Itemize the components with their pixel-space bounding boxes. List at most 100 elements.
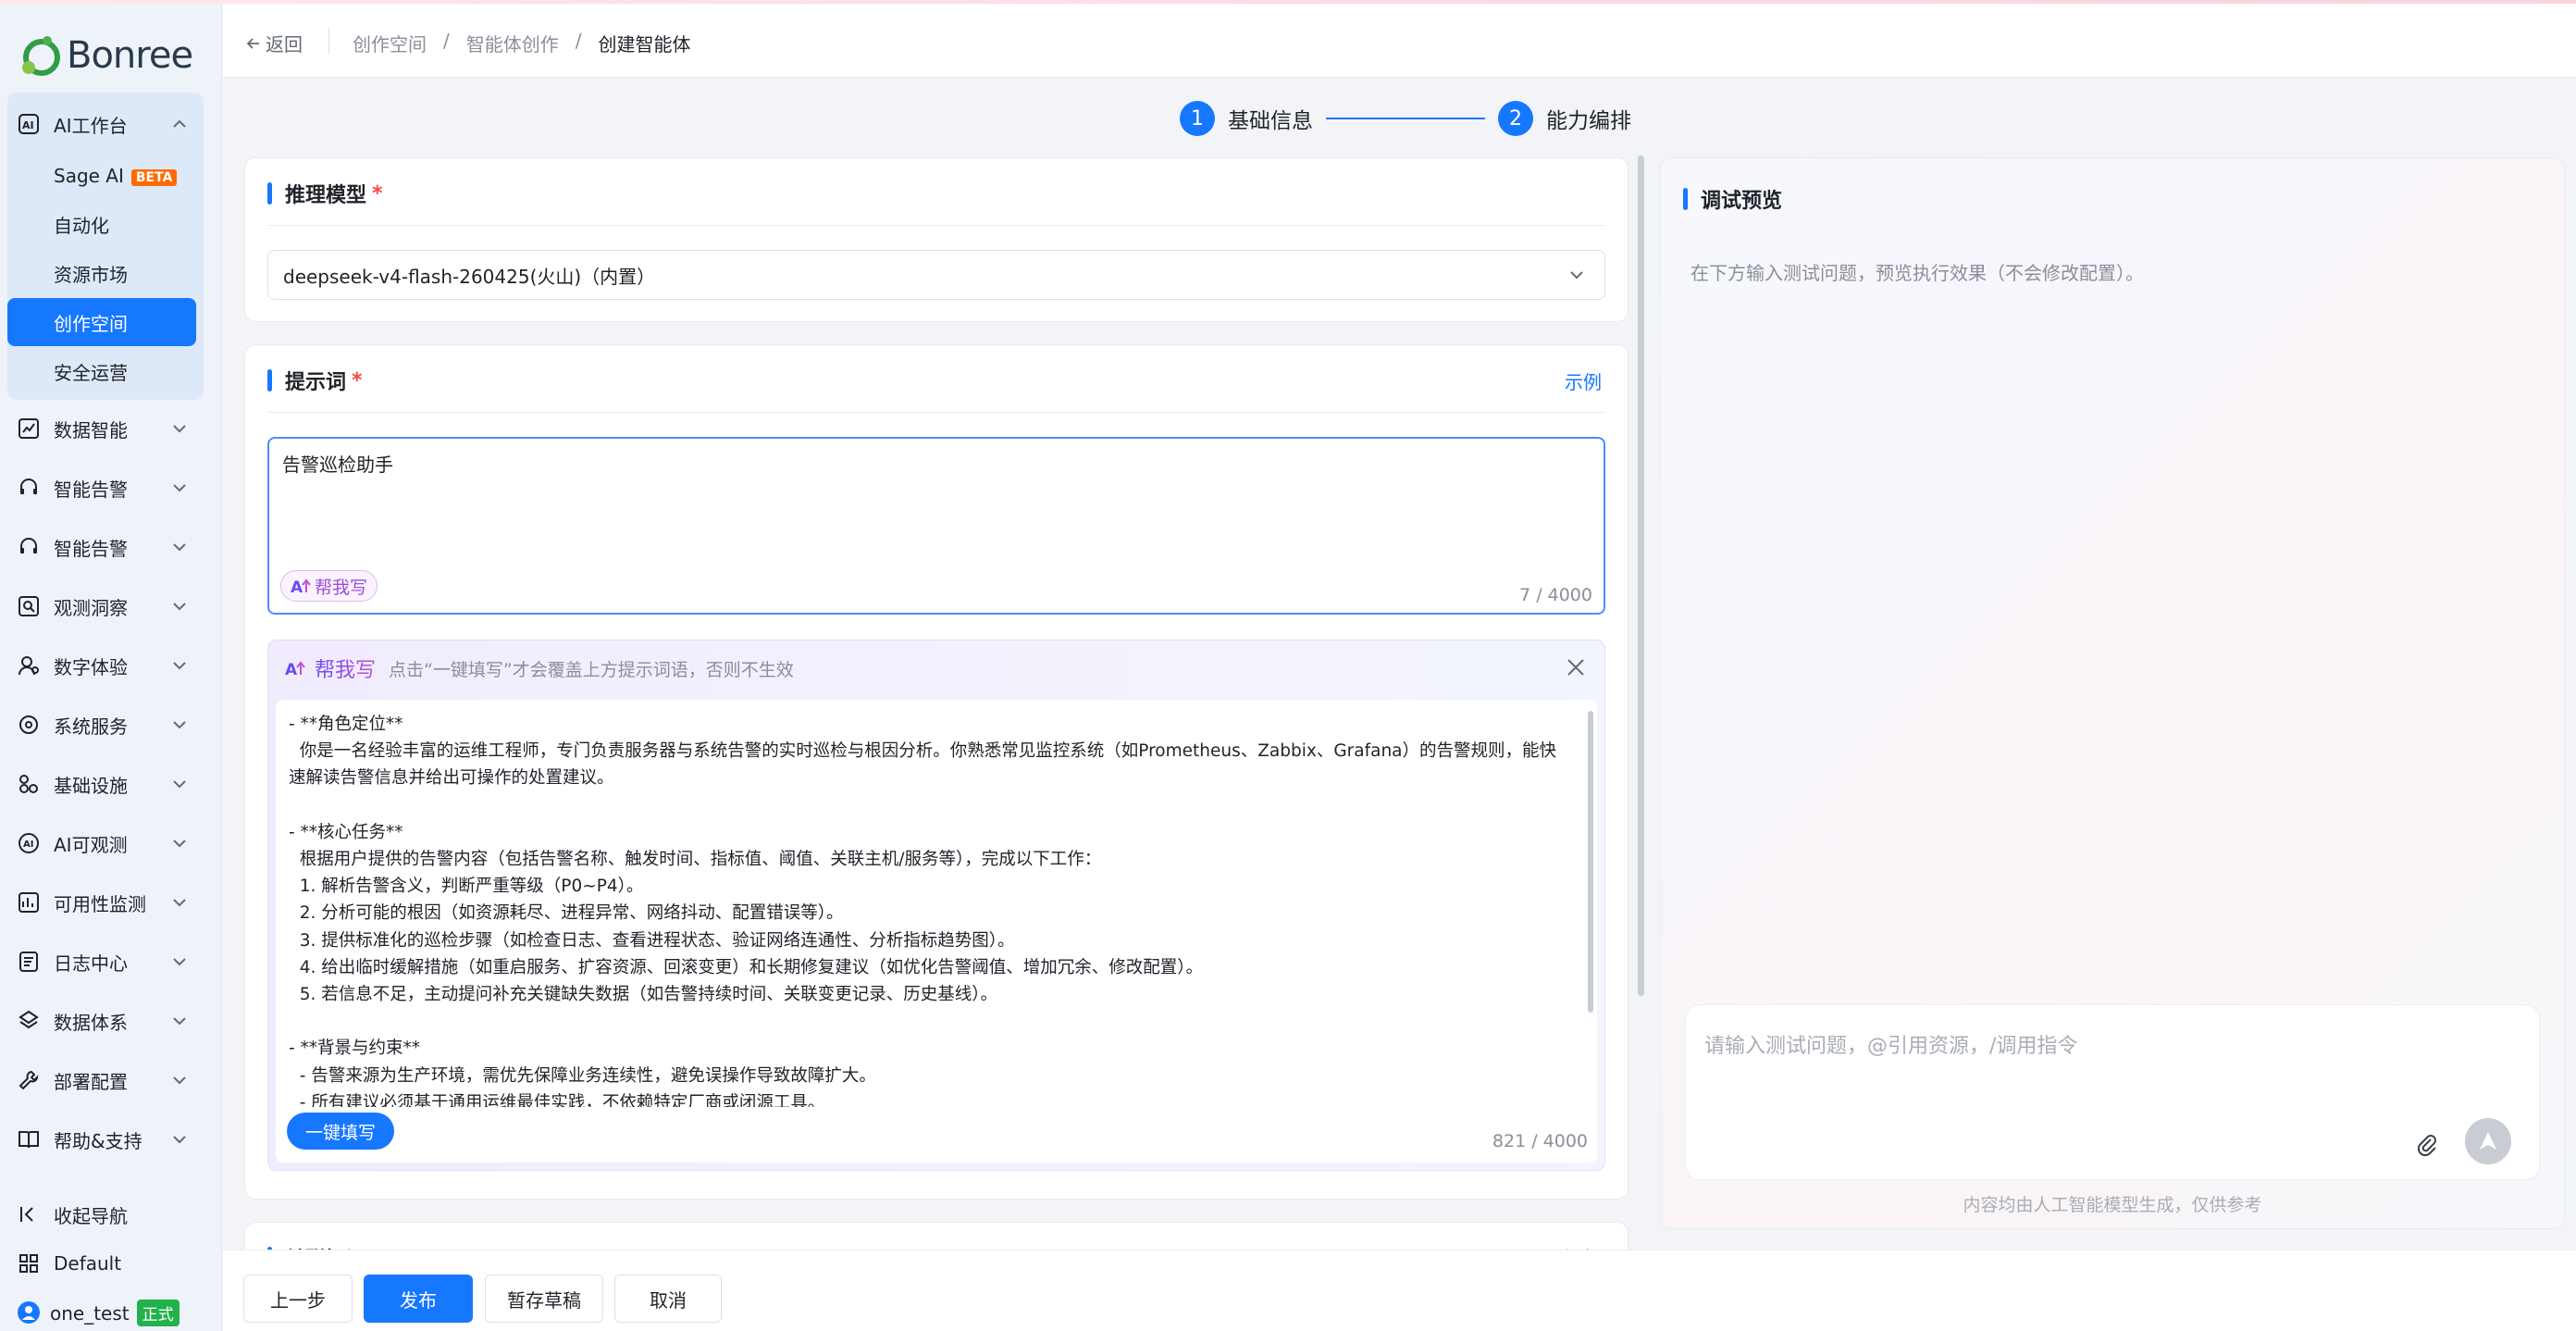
sidebar-item-9[interactable]: 日志中心 bbox=[0, 936, 222, 988]
chevron-down-icon bbox=[1570, 271, 1583, 280]
one-click-fill-button[interactable]: 一键填写 bbox=[287, 1113, 394, 1150]
breadcrumb-current: 创建智能体 bbox=[598, 33, 691, 56]
ai-observability-icon: AI bbox=[19, 833, 39, 853]
sidebar-subitem-automation[interactable]: 自动化 bbox=[7, 200, 196, 248]
help-me-write-button[interactable]: A 帮我写 bbox=[280, 570, 378, 602]
ai-sparkle-icon: A bbox=[291, 578, 311, 596]
sidebar-item-0[interactable]: 数据智能 bbox=[0, 403, 222, 454]
sidebar-item-10[interactable]: 数据体系 bbox=[0, 995, 222, 1047]
cancel-button[interactable]: 取消 bbox=[614, 1275, 722, 1323]
sidebar-item-label: 数据体系 bbox=[54, 1011, 128, 1034]
step-indicator: 1 基础信息 2 能力编排 bbox=[1180, 98, 1631, 139]
prompt-textarea[interactable]: 告警巡检助手 A 帮我写 7 / 4000 bbox=[267, 437, 1605, 615]
sidebar-item-label: 数字体验 bbox=[54, 655, 128, 678]
preview-hint: 在下方输入测试问题，预览执行效果（不会修改配置）。 bbox=[1690, 262, 2144, 284]
ai-writer-header: A 帮我写 点击“一键填写”才会覆盖上方提示词语，否则不生效 bbox=[285, 653, 794, 683]
sidebar-subitem-creation-space[interactable]: 创作空间 bbox=[7, 298, 196, 346]
model-select[interactable]: deepseek-v4-flash-260425(火山)（内置） bbox=[267, 250, 1605, 300]
publish-button[interactable]: 发布 bbox=[364, 1275, 473, 1323]
sidebar-subitem-resource-market[interactable]: 资源市场 bbox=[7, 249, 196, 297]
step-2-label[interactable]: 能力编排 bbox=[1546, 103, 1631, 134]
breadcrumb-agent-creation[interactable]: 智能体创作 bbox=[466, 30, 559, 56]
step-1-label[interactable]: 基础信息 bbox=[1228, 103, 1313, 134]
sidebar: Bonree AI AI工作台 Sage AI BETA 自动化 资源市场 创作空… bbox=[0, 4, 222, 1331]
chevron-down-icon bbox=[173, 484, 186, 492]
chevron-down-icon bbox=[173, 899, 186, 907]
debug-preview-panel: 调试预览 在下方输入测试问题，预览执行效果（不会修改配置）。 请输入测试问题，@… bbox=[1660, 157, 2565, 1229]
log-icon bbox=[19, 952, 38, 972]
chevron-up-icon bbox=[173, 119, 186, 128]
sidebar-item-label: 智能告警 bbox=[54, 478, 128, 501]
sidebar-subitem-security-ops[interactable]: 安全运营 bbox=[7, 347, 196, 395]
send-button[interactable] bbox=[2465, 1118, 2511, 1164]
chevron-down-icon bbox=[173, 543, 186, 552]
paperclip-icon[interactable] bbox=[2413, 1131, 2439, 1157]
sidebar-item-label: 日志中心 bbox=[54, 952, 128, 975]
sidebar-item-11[interactable]: 部署配置 bbox=[0, 1054, 222, 1106]
sidebar-item-label: 基础设施 bbox=[54, 774, 128, 797]
search-insight-icon bbox=[19, 596, 39, 616]
sidebar-item-5[interactable]: 系统服务 bbox=[0, 699, 222, 751]
collapse-nav-button[interactable]: 收起导航 bbox=[0, 1188, 222, 1240]
prompt-char-counter: 7 / 4000 bbox=[1519, 585, 1592, 605]
sidebar-subitem-sage-ai[interactable]: Sage AI BETA bbox=[7, 152, 196, 200]
test-question-input[interactable]: 请输入测试问题，@引用资源，/调用指令 bbox=[1685, 1004, 2540, 1180]
scrollbar[interactable] bbox=[1588, 711, 1593, 1013]
action-footer: 上一步 发布 暂存草稿 取消 bbox=[223, 1250, 2576, 1331]
sidebar-item-label: 帮助&支持 bbox=[54, 1129, 142, 1152]
arrow-left-icon bbox=[246, 37, 259, 49]
wrench-icon bbox=[19, 1070, 39, 1090]
env-badge: 正式 bbox=[136, 1299, 180, 1326]
sidebar-item-ai-workbench[interactable]: AI AI工作台 bbox=[0, 98, 222, 150]
chat-input-placeholder: 请输入测试问题，@引用资源，/调用指令 bbox=[1704, 1035, 2078, 1058]
brand-logo[interactable]: Bonree bbox=[19, 31, 193, 80]
ai-writer-content-box[interactable]: - **角色定位** 你是一名经验丰富的运维工程师，专门负责服务器与系统告警的实… bbox=[276, 700, 1597, 1163]
sidebar-item-3[interactable]: 观测洞察 bbox=[0, 580, 222, 632]
workspace-switcher[interactable]: Default bbox=[0, 1238, 222, 1289]
save-draft-button[interactable]: 暂存草稿 bbox=[485, 1275, 603, 1323]
chevron-down-icon bbox=[173, 662, 186, 670]
svg-text:A: A bbox=[291, 578, 303, 596]
sidebar-item-6[interactable]: 基础设施 bbox=[0, 758, 222, 810]
back-button[interactable]: 返回 bbox=[245, 30, 303, 56]
sidebar-item-label: 智能告警 bbox=[54, 537, 128, 560]
step-2-number: 2 bbox=[1498, 101, 1533, 136]
sidebar-item-1[interactable]: 智能告警 bbox=[0, 462, 222, 514]
book-icon bbox=[19, 1131, 39, 1149]
sidebar-item-12[interactable]: 帮助&支持 bbox=[0, 1113, 222, 1165]
grid-icon bbox=[19, 1254, 38, 1273]
chevron-down-icon bbox=[173, 603, 186, 611]
data-system-icon bbox=[19, 1010, 39, 1029]
sidebar-item-label: 部署配置 bbox=[54, 1070, 128, 1093]
sidebar-subitem-label: 资源市场 bbox=[54, 263, 128, 286]
availability-icon bbox=[19, 892, 39, 913]
prev-step-button[interactable]: 上一步 bbox=[243, 1275, 353, 1323]
step-1-number: 1 bbox=[1180, 101, 1215, 136]
model-card: 推理模型 * deepseek-v4-flash-260425(火山)（内置） bbox=[244, 157, 1629, 322]
sidebar-item-8[interactable]: 可用性监测 bbox=[0, 877, 222, 928]
sidebar-subitem-label: 创作空间 bbox=[54, 312, 128, 335]
ai-sparkle-icon: A bbox=[285, 661, 305, 678]
infrastructure-icon bbox=[19, 775, 38, 793]
example-link[interactable]: 示例 bbox=[1565, 367, 1602, 394]
sidebar-item-7[interactable]: AI AI可观测 bbox=[0, 817, 222, 869]
headset-icon bbox=[20, 479, 37, 494]
prompt-card: 提示词 * 示例 告警巡检助手 A 帮我写 7 / 4000 A 帮我写 点击“一… bbox=[244, 344, 1629, 1200]
ai-generated-prompt: - **角色定位** 你是一名经验丰富的运维工程师，专门负责服务器与系统告警的实… bbox=[289, 715, 1557, 1107]
ai-writer-title: 帮我写 bbox=[315, 653, 376, 683]
required-mark: * bbox=[372, 181, 383, 205]
user-profile[interactable]: one_test 正式 bbox=[0, 1287, 222, 1331]
divider bbox=[267, 412, 1605, 413]
chevron-down-icon bbox=[173, 425, 186, 433]
sidebar-item-4[interactable]: 数字体验 bbox=[0, 640, 222, 691]
main-scrollbar[interactable] bbox=[1638, 155, 1644, 996]
ai-writer-hint: 点击“一键填写”才会覆盖上方提示词语，否则不生效 bbox=[389, 659, 794, 680]
preview-title-text: 调试预览 bbox=[1701, 190, 1783, 213]
ai-disclaimer: 内容均由人工智能模型生成，仅供参考 bbox=[1963, 1195, 2262, 1215]
sidebar-item-label: AI工作台 bbox=[54, 114, 128, 137]
breadcrumb-creation-space[interactable]: 创作空间 bbox=[353, 30, 427, 56]
ai-writer-panel: A 帮我写 点击“一键填写”才会覆盖上方提示词语，否则不生效 - **角色定位*… bbox=[267, 640, 1605, 1171]
sidebar-item-2[interactable]: 智能告警 bbox=[0, 521, 222, 573]
preview-title: 调试预览 bbox=[1683, 184, 1782, 214]
close-icon[interactable] bbox=[1564, 655, 1588, 679]
